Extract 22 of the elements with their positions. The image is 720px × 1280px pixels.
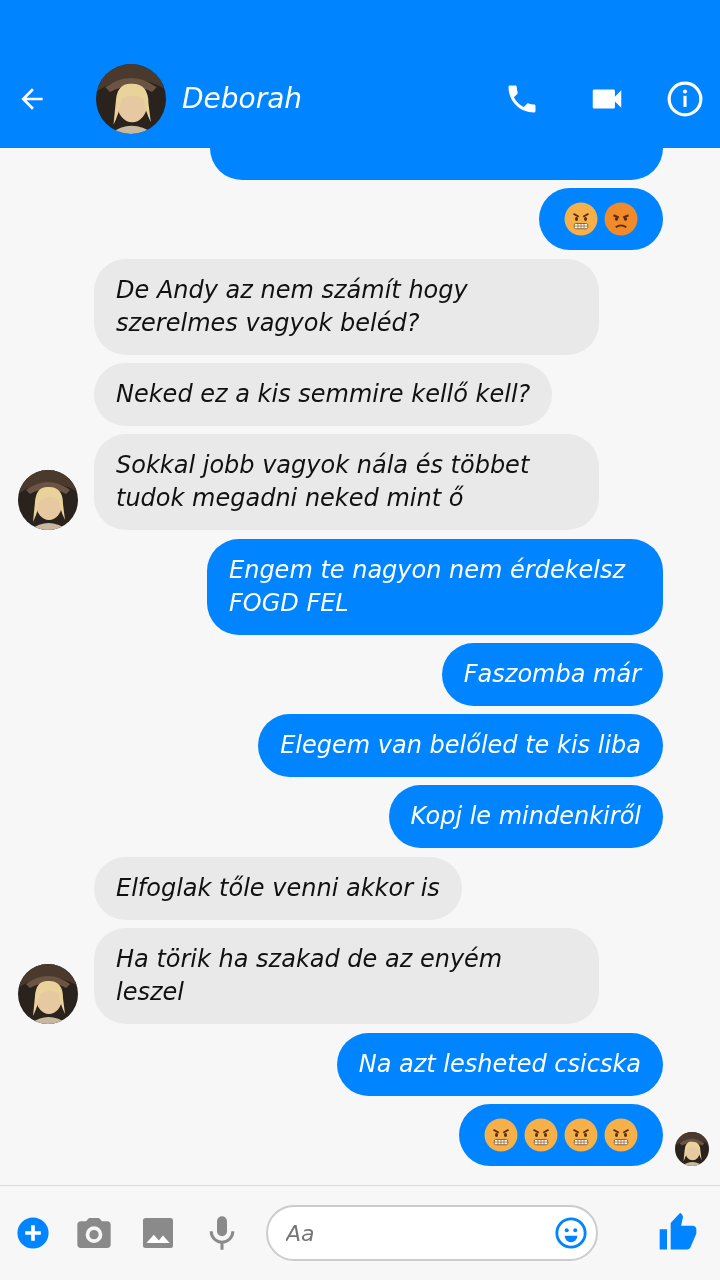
- grimacing-face-icon: [523, 1117, 559, 1153]
- message-bubble: Neked ez a kis semmire kellő kell?: [94, 363, 553, 426]
- contact-name[interactable]: Deborah: [182, 78, 480, 120]
- message-bubble: Sokkal jobb vagyok nála és többet tudok megadni neked mint ő: [94, 434, 599, 530]
- info-icon: [666, 80, 704, 118]
- message-bubble: Na azt lesheted csicska: [336, 1033, 663, 1096]
- grimacing-face-icon: [603, 1117, 639, 1153]
- message-bubble: Elegem van belőled te kis liba: [258, 714, 663, 777]
- message-bubble: Engem te nagyon nem érdekelsz FOGD FEL: [207, 539, 663, 635]
- message-bubble: Ha törik ha szakad de az enyém leszel: [94, 928, 599, 1024]
- message-bubble: Faszomba már: [441, 643, 663, 706]
- plus-icon: [16, 1216, 50, 1250]
- grimacing-face-icon: [563, 201, 599, 237]
- smiley-icon[interactable]: [554, 1214, 588, 1252]
- message-bubble: Kopj le mindenkiről: [388, 785, 663, 848]
- angry-face-icon: [603, 201, 639, 237]
- info-button[interactable]: [666, 80, 704, 118]
- grimacing-face-icon: [483, 1117, 519, 1153]
- message-bubble: Elfoglak tőle venni akkor is: [94, 857, 462, 920]
- add-button[interactable]: [16, 1216, 50, 1250]
- message-bubble: De Andy az nem számít hogy szerelmes vagyok beléd?: [94, 259, 599, 355]
- grimacing-face-icon: [563, 1117, 599, 1153]
